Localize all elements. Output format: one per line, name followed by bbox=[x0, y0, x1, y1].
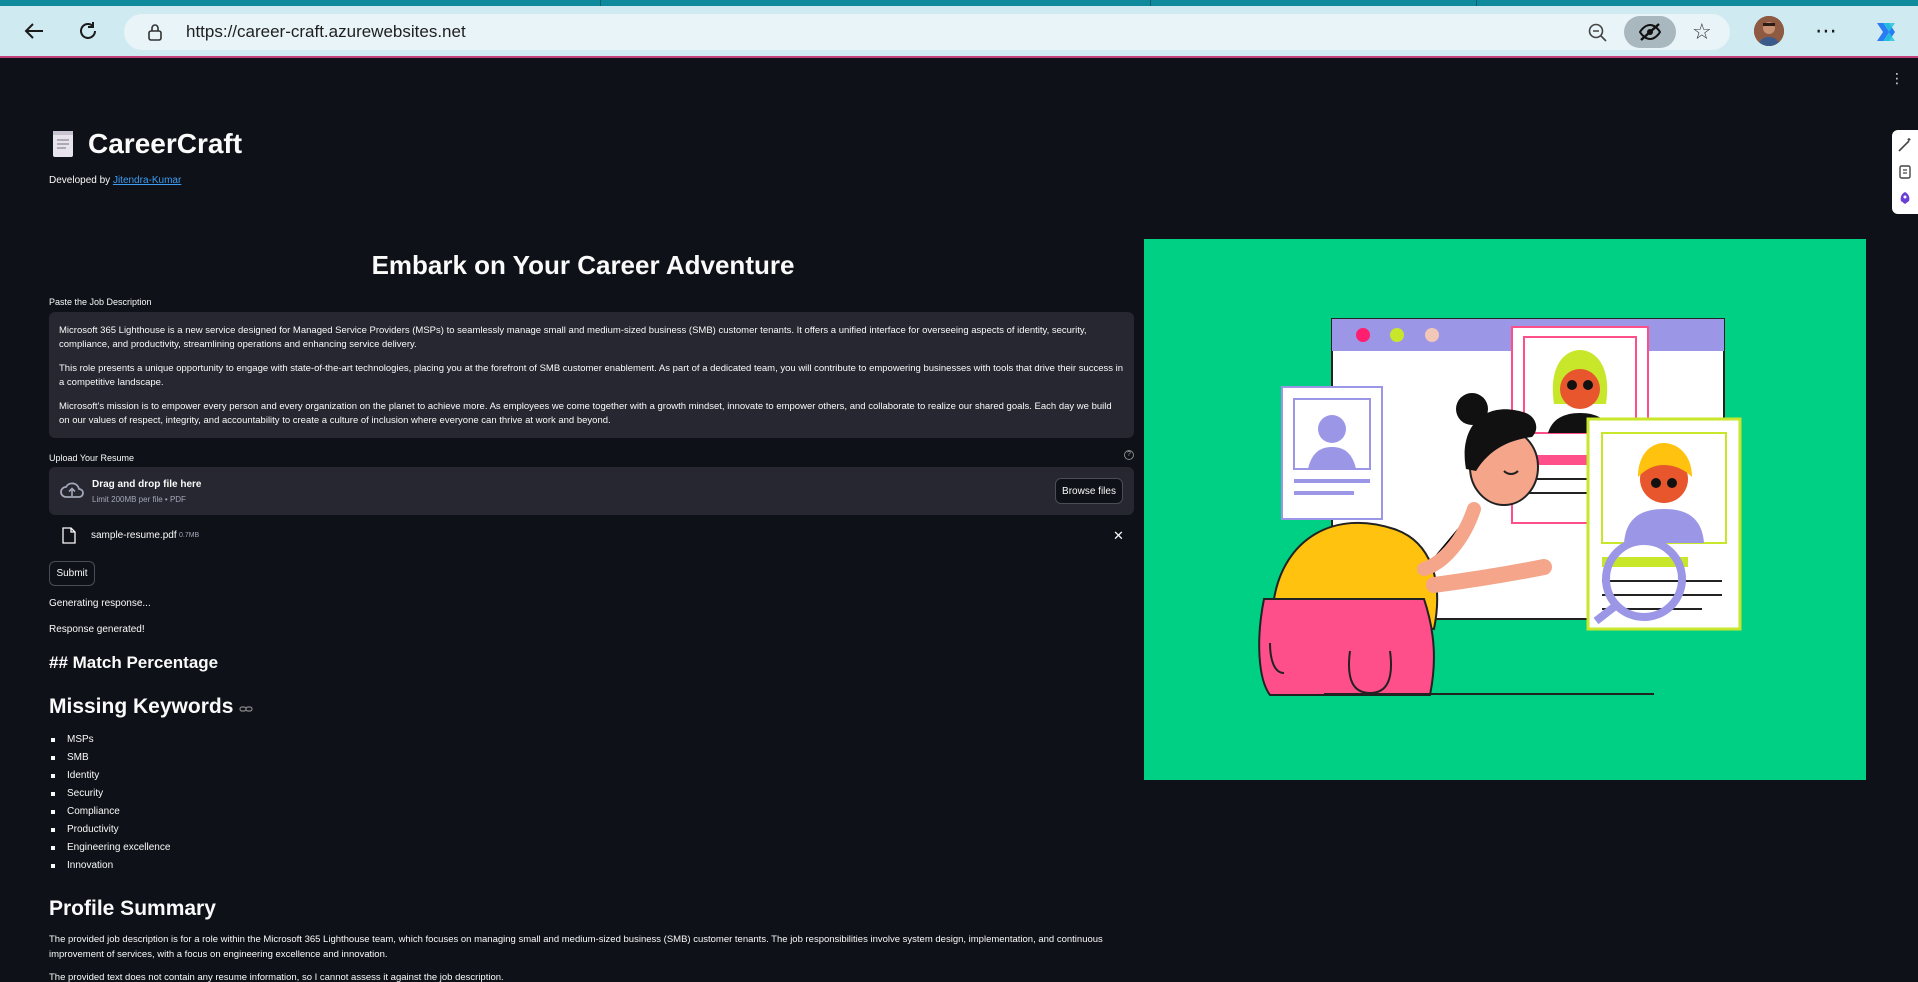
jd-paragraph: Microsoft 365 Lighthouse is a new servic… bbox=[59, 325, 1087, 350]
refresh-icon[interactable] bbox=[72, 15, 104, 47]
toolbar-accent-line bbox=[0, 56, 1918, 58]
jd-paragraph: This role presents a unique opportunity … bbox=[59, 363, 1124, 388]
anchor-link-icon[interactable] bbox=[239, 704, 253, 714]
more-icon[interactable]: ⋯ bbox=[1810, 15, 1842, 47]
app-header: CareerCraft bbox=[50, 128, 242, 160]
keyword-item: Productivity bbox=[50, 823, 170, 841]
copilot-icon[interactable] bbox=[1871, 17, 1901, 47]
help-icon[interactable]: ? bbox=[1124, 450, 1134, 460]
profile-paragraph: The provided job description is for a ro… bbox=[49, 934, 1103, 960]
keyword-item: SMB bbox=[50, 751, 170, 769]
keyword-item: Engineering excellence bbox=[50, 841, 170, 859]
dropzone-title: Drag and drop file here bbox=[92, 479, 202, 490]
browser-side-tools bbox=[1892, 130, 1918, 214]
missing-keywords-list: MSPs SMB Identity Security Compliance Pr… bbox=[50, 733, 170, 877]
keyword-item: Compliance bbox=[50, 805, 170, 823]
hero-illustration bbox=[1144, 239, 1866, 780]
app-title: CareerCraft bbox=[88, 128, 243, 159]
profile-paragraph: The provided text does not contain any r… bbox=[49, 972, 504, 982]
profile-summary-heading: Profile Summary bbox=[49, 897, 216, 920]
submit-button[interactable]: Submit bbox=[49, 561, 95, 586]
wand-icon[interactable] bbox=[1896, 136, 1914, 154]
keyword-item: Identity bbox=[50, 769, 170, 787]
browser-toolbar: https://career-craft.azurewebsites.net ☆… bbox=[0, 6, 1918, 56]
eye-off-icon[interactable] bbox=[1624, 16, 1676, 48]
upload-label: Upload Your Resume bbox=[49, 453, 135, 463]
file-dropzone[interactable]: Drag and drop file here Limit 200MB per … bbox=[49, 467, 1134, 515]
missing-keywords-heading: Missing Keywords bbox=[49, 695, 234, 718]
keyword-item: MSPs bbox=[50, 733, 170, 751]
keyword-item: Security bbox=[50, 787, 170, 805]
jd-paragraph: Microsoft's mission is to empower every … bbox=[59, 401, 1112, 426]
author-link[interactable]: Jitendra-Kumar bbox=[113, 175, 181, 186]
browse-files-button[interactable]: Browse files bbox=[1055, 478, 1123, 504]
address-bar[interactable]: https://career-craft.azurewebsites.net ☆ bbox=[124, 14, 1730, 50]
lock-icon[interactable] bbox=[146, 23, 164, 41]
status-done: Response generated! bbox=[49, 624, 145, 635]
rocket-icon[interactable] bbox=[1896, 190, 1914, 208]
profile-summary-text: The provided job description is for a ro… bbox=[49, 932, 1139, 982]
clipboard-icon[interactable] bbox=[1896, 163, 1914, 181]
developer-credit: Developed by Jitendra-Kumar bbox=[49, 175, 181, 186]
file-name: sample-resume.pdf bbox=[91, 530, 177, 541]
profile-avatar[interactable] bbox=[1754, 16, 1784, 46]
url-text[interactable]: https://career-craft.azurewebsites.net bbox=[186, 22, 466, 42]
scroll-document-icon bbox=[53, 131, 73, 157]
file-size: 0.7MB bbox=[179, 532, 200, 539]
uploaded-file: sample-resume.pdf 0.7MB ✕ bbox=[49, 525, 1134, 547]
match-heading: ## Match Percentage bbox=[49, 653, 219, 672]
remove-file-icon[interactable]: ✕ bbox=[1113, 528, 1124, 544]
star-icon[interactable]: ☆ bbox=[1692, 19, 1712, 45]
developed-by-label: Developed by bbox=[49, 175, 113, 186]
missing-keywords-heading-row: Missing Keywords bbox=[49, 695, 253, 719]
recruiter-illustration bbox=[1258, 318, 1742, 696]
cloud-upload-icon bbox=[60, 482, 84, 498]
zoom-out-icon[interactable] bbox=[1586, 21, 1610, 45]
job-description-textarea[interactable]: Microsoft 365 Lighthouse is a new servic… bbox=[49, 312, 1134, 438]
keyword-item: Innovation bbox=[50, 859, 170, 877]
app-menu-icon[interactable]: ⋮ bbox=[1890, 70, 1904, 87]
page-heading: Embark on Your Career Adventure bbox=[371, 250, 795, 280]
back-icon[interactable] bbox=[18, 15, 50, 47]
file-icon bbox=[62, 527, 76, 544]
jd-label: Paste the Job Description bbox=[49, 297, 152, 307]
dropzone-limit: Limit 200MB per file • PDF bbox=[92, 495, 186, 504]
status-generating: Generating response... bbox=[49, 598, 151, 609]
